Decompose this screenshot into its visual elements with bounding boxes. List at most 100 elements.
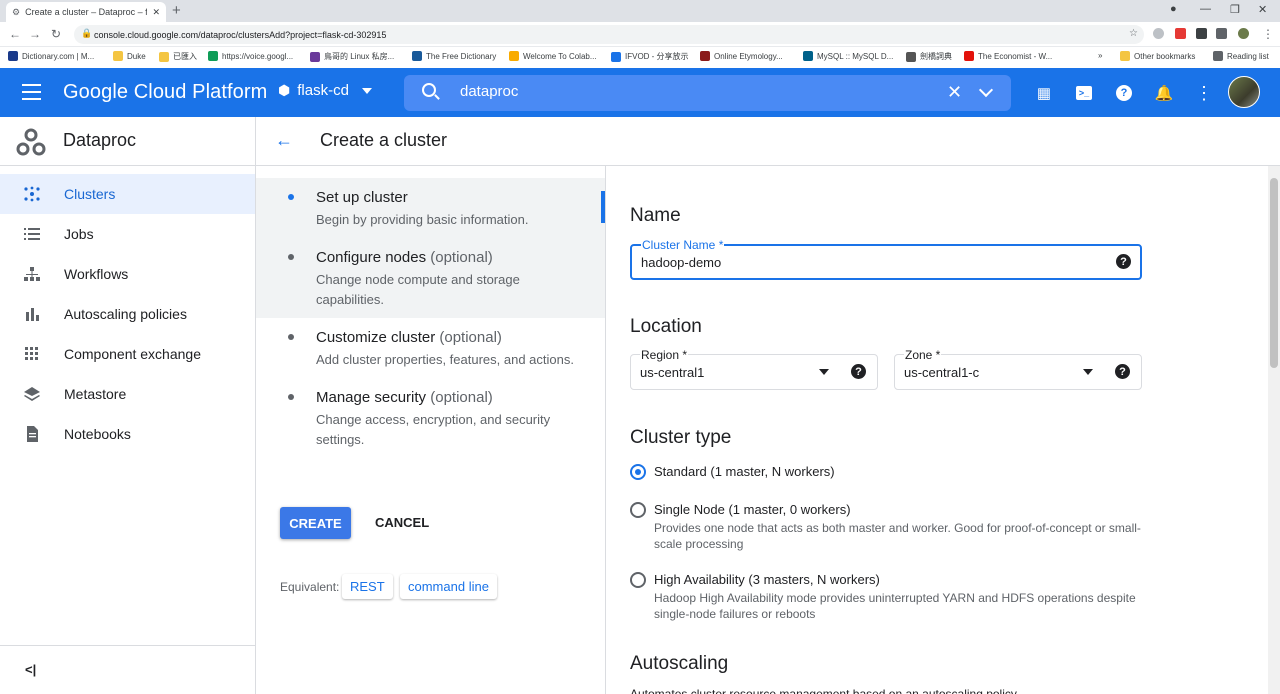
address-bar[interactable]: 🔒 console.cloud.google.com/dataproc/clus… bbox=[74, 25, 1144, 44]
clusters-icon bbox=[24, 186, 40, 202]
zone-value: us-central1-c bbox=[904, 365, 980, 380]
help-icon[interactable]: ? bbox=[851, 364, 866, 379]
bookmark-item[interactable]: Online Etymology... bbox=[700, 51, 783, 61]
step-desc: Change access, encryption, and security … bbox=[316, 412, 551, 447]
radio-single-node[interactable] bbox=[630, 502, 646, 518]
more-bookmarks-icon[interactable]: » bbox=[1098, 51, 1102, 60]
sidebar-item-autoscaling-policies[interactable]: Autoscaling policies bbox=[0, 294, 255, 334]
search-input[interactable]: dataproc bbox=[460, 83, 518, 100]
minimize-icon[interactable]: — bbox=[1200, 3, 1211, 15]
gift-icon[interactable]: ▦ bbox=[1034, 83, 1054, 103]
other-bookmarks[interactable]: Other bookmarks bbox=[1120, 51, 1195, 61]
step-configure-nodes[interactable]: Configure nodes (optional) Change node c… bbox=[256, 234, 605, 318]
forward-nav-icon[interactable]: → bbox=[29, 27, 41, 41]
zone-select[interactable]: Zone * us-central1-c ? bbox=[894, 348, 1142, 390]
bookmark-star-icon[interactable]: ☆ bbox=[1129, 28, 1138, 39]
sidebar-item-jobs[interactable]: Jobs bbox=[0, 214, 255, 254]
bookmark-item[interactable]: Duke bbox=[113, 51, 146, 61]
back-nav-icon[interactable]: ← bbox=[9, 27, 21, 41]
browser-tab[interactable]: ⚙ Create a cluster – Dataproc – flas ✕ bbox=[6, 2, 166, 22]
more-options-icon[interactable]: ⋮ bbox=[1194, 83, 1214, 103]
scrollbar[interactable] bbox=[1268, 166, 1280, 694]
bookmark-item[interactable]: 鳥哥的 Linux 私房... bbox=[310, 51, 394, 62]
document-icon bbox=[27, 426, 38, 442]
sidebar-item-component-exchange[interactable]: Component exchange bbox=[0, 334, 255, 374]
radio-desc: Hadoop High Availability mode provides u… bbox=[654, 591, 1136, 621]
help-icon[interactable]: ? bbox=[1114, 83, 1134, 103]
bookmark-item[interactable]: 已匯入 bbox=[159, 51, 197, 62]
help-icon[interactable]: ? bbox=[1115, 364, 1130, 379]
bookmark-label: 鳥哥的 Linux 私房... bbox=[324, 52, 395, 61]
divider bbox=[255, 117, 256, 166]
bookmark-item[interactable]: MySQL :: MySQL D... bbox=[803, 51, 893, 61]
profile-menu-icon[interactable]: ● bbox=[1170, 3, 1177, 15]
cluster-name-field[interactable]: Cluster Name * hadoop-demo ? bbox=[630, 238, 1142, 280]
extension-icon[interactable] bbox=[1175, 28, 1186, 39]
workflow-icon bbox=[24, 267, 40, 281]
step-manage-security[interactable]: Manage security (optional) Change access… bbox=[256, 378, 605, 458]
maximize-icon[interactable]: ❐ bbox=[1230, 3, 1240, 16]
rest-button[interactable]: REST bbox=[342, 574, 393, 599]
hamburger-menu-icon[interactable] bbox=[22, 84, 41, 100]
brand-title[interactable]: Google Cloud Platform bbox=[63, 81, 267, 104]
project-selector[interactable]: ⬢ flask-cd bbox=[278, 82, 372, 99]
profile-avatar-icon[interactable] bbox=[1238, 28, 1249, 39]
radio-standard[interactable] bbox=[630, 464, 646, 480]
sidebar-item-clusters[interactable]: Clusters bbox=[0, 174, 255, 214]
radio-high-availability[interactable] bbox=[630, 572, 646, 588]
search-bar[interactable]: dataproc ✕ bbox=[404, 75, 1011, 111]
reading-list-icon[interactable] bbox=[1216, 28, 1227, 39]
scrollbar-thumb[interactable] bbox=[1270, 178, 1278, 368]
cluster-name-input[interactable]: hadoop-demo bbox=[641, 255, 721, 270]
bookmark-label: The Economist - W... bbox=[978, 51, 1053, 61]
bookmark-label: 已匯入 bbox=[173, 52, 197, 61]
project-name: flask-cd bbox=[297, 82, 349, 99]
sidebar: Clusters Jobs Workflows Autoscaling poli… bbox=[0, 166, 256, 694]
account-avatar[interactable] bbox=[1228, 76, 1260, 108]
cluster-form: Name Cluster Name * hadoop-demo ? Locati… bbox=[606, 166, 1268, 694]
bookmark-item[interactable]: https://voice.googl... bbox=[208, 51, 293, 61]
reload-icon[interactable]: ↻ bbox=[51, 27, 61, 41]
bookmark-item[interactable]: 劍橋詞典 bbox=[906, 51, 952, 62]
notifications-icon[interactable]: 🔔 bbox=[1154, 83, 1174, 103]
bookmark-favicon-icon bbox=[906, 51, 916, 62]
bookmark-item[interactable]: IFVOD - 分享放示 bbox=[611, 51, 689, 62]
bookmark-item[interactable]: Welcome To Colab... bbox=[509, 51, 597, 61]
reading-list[interactable]: Reading list bbox=[1213, 51, 1269, 61]
region-select[interactable]: Region * us-central1 ? bbox=[630, 348, 878, 390]
collapse-sidebar-button[interactable]: <| bbox=[0, 645, 255, 694]
create-button[interactable]: CREATE bbox=[280, 507, 351, 539]
browser-menu-icon[interactable]: ⋮ bbox=[1262, 27, 1274, 41]
step-indicator bbox=[288, 194, 294, 200]
sidebar-item-label: Jobs bbox=[64, 226, 94, 242]
extension-icon[interactable] bbox=[1153, 28, 1164, 39]
command-line-button[interactable]: command line bbox=[400, 574, 497, 599]
step-title: Customize cluster (optional) bbox=[316, 329, 502, 346]
step-customize-cluster[interactable]: Customize cluster (optional) Add cluster… bbox=[256, 318, 605, 378]
puzzle-icon[interactable] bbox=[1196, 28, 1207, 39]
bookmark-favicon-icon bbox=[208, 51, 218, 61]
close-window-icon[interactable]: ✕ bbox=[1258, 3, 1267, 16]
expand-search-icon[interactable] bbox=[978, 82, 994, 98]
bookmark-favicon-icon bbox=[113, 51, 123, 61]
bookmark-item[interactable]: The Free Dictionary bbox=[412, 51, 496, 61]
radio-desc: Provides one node that acts as both mast… bbox=[654, 521, 1141, 551]
cancel-button[interactable]: CANCEL bbox=[375, 515, 429, 530]
sidebar-item-notebooks[interactable]: Notebooks bbox=[0, 414, 255, 454]
bookmark-favicon-icon bbox=[611, 51, 621, 62]
chevron-down-icon bbox=[361, 87, 372, 94]
cloud-shell-icon[interactable]: >_ bbox=[1074, 83, 1094, 103]
step-set-up-cluster[interactable]: Set up cluster Begin by providing basic … bbox=[256, 178, 605, 234]
step-indicator bbox=[288, 394, 294, 400]
bookmark-item[interactable]: The Economist - W... bbox=[964, 51, 1052, 61]
sidebar-item-workflows[interactable]: Workflows bbox=[0, 254, 255, 294]
region-value: us-central1 bbox=[640, 365, 705, 380]
back-arrow-icon[interactable]: ← bbox=[275, 130, 293, 151]
sidebar-item-metastore[interactable]: Metastore bbox=[0, 374, 255, 414]
help-icon[interactable]: ? bbox=[1116, 254, 1131, 269]
tab-close-icon[interactable]: ✕ bbox=[152, 7, 160, 18]
bookmark-item[interactable]: Dictionary.com | M... bbox=[8, 51, 94, 61]
new-tab-button[interactable]: + bbox=[172, 2, 181, 19]
location-heading: Location bbox=[630, 316, 702, 337]
clear-search-icon[interactable]: ✕ bbox=[947, 82, 962, 103]
